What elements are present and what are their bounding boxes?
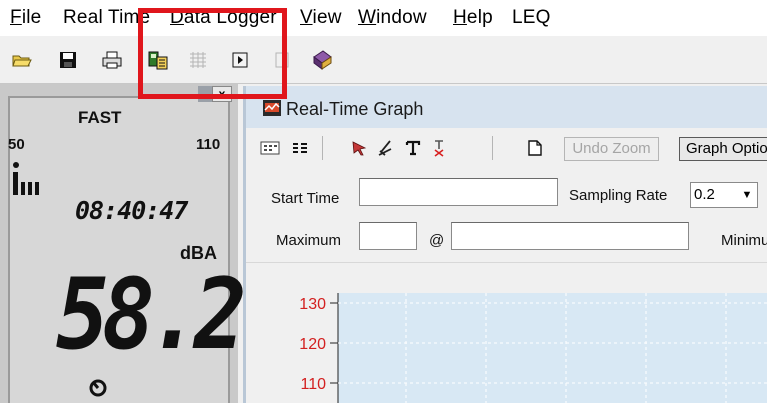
chart-area: 130 120 110 <box>246 262 767 403</box>
real-time-graph-window: Real-Time Graph Undo Zoom Graph Optio St… <box>243 86 767 403</box>
menu-real-time[interactable]: Real Time <box>63 7 150 29</box>
print-icon[interactable] <box>100 48 124 72</box>
toolbar-separator <box>322 136 323 160</box>
graph-toolbar: Undo Zoom Graph Optio <box>246 128 767 168</box>
start-time-field[interactable] <box>359 178 558 206</box>
chevron-down-icon[interactable]: ▼ <box>737 183 757 207</box>
menu-window[interactable]: Window <box>358 7 427 29</box>
open-folder-icon[interactable] <box>10 48 34 72</box>
level-readout: 58.2 <box>56 258 247 372</box>
level-bar-icon <box>13 162 39 195</box>
range-high-label: 110 <box>196 136 221 153</box>
sound-meter-panel: FAST 50 110 dBA 08:40:47 58.2 <box>0 84 247 403</box>
sampling-rate-label: Sampling Rate <box>569 187 668 204</box>
maximum-label: Maximum <box>276 232 342 249</box>
data-logger-download-icon[interactable] <box>146 48 170 72</box>
maximum-time-field[interactable] <box>451 222 689 250</box>
menu-help[interactable]: Help <box>453 7 493 29</box>
plot-area[interactable] <box>338 293 767 403</box>
toolbar-separator <box>492 136 493 160</box>
meter-titlebar-strip <box>198 86 212 102</box>
menu-leq[interactable]: LEQ <box>512 7 551 29</box>
main-toolbar <box>0 36 767 84</box>
grid-disabled-icon[interactable] <box>186 48 210 72</box>
pointer-icon[interactable] <box>348 136 370 160</box>
y-tick-label: 120 <box>299 336 326 353</box>
timer-icon <box>89 379 107 397</box>
blank-disabled-icon[interactable] <box>270 48 294 72</box>
minimum-label: Minimu <box>721 232 767 249</box>
range-low-label: 50 <box>8 136 25 153</box>
sampling-rate-value: 0.2 <box>694 186 715 203</box>
menu-bar: File Real Time Data Logger View Window H… <box>0 0 767 36</box>
book-icon[interactable] <box>310 48 334 72</box>
undo-zoom-button[interactable]: Undo Zoom <box>564 137 659 161</box>
bar-view-icon[interactable] <box>288 136 312 160</box>
y-tick-label: 130 <box>299 296 326 313</box>
maximum-field[interactable] <box>359 222 417 250</box>
graph-options-button[interactable]: Graph Optio <box>679 137 767 161</box>
menu-data-logger[interactable]: Data Logger <box>170 7 277 29</box>
at-label: @ <box>429 232 445 249</box>
save-icon[interactable] <box>56 48 80 72</box>
real-time-chart: 130 120 110 <box>299 293 767 403</box>
graph-window-icon <box>263 100 281 116</box>
marker-icon[interactable] <box>374 136 396 160</box>
play-icon[interactable] <box>228 48 252 72</box>
clock-readout: 08:40:47 <box>75 196 188 225</box>
digital-view-icon[interactable] <box>258 136 282 160</box>
graph-title: Real-Time Graph <box>286 99 424 119</box>
graph-titlebar: Real-Time Graph <box>246 86 767 128</box>
sampling-rate-select[interactable]: 0.2 ▼ <box>690 182 758 208</box>
menu-file[interactable]: File <box>10 7 41 29</box>
response-mode-label: FAST <box>78 108 122 127</box>
menu-view[interactable]: View <box>300 7 342 29</box>
text-tool-icon[interactable] <box>402 136 424 160</box>
start-time-label: Start Time <box>271 190 340 207</box>
y-tick-label: 110 <box>300 376 326 393</box>
delete-text-icon[interactable] <box>428 136 450 160</box>
new-page-icon[interactable] <box>524 136 546 160</box>
close-icon[interactable]: x <box>212 86 232 102</box>
